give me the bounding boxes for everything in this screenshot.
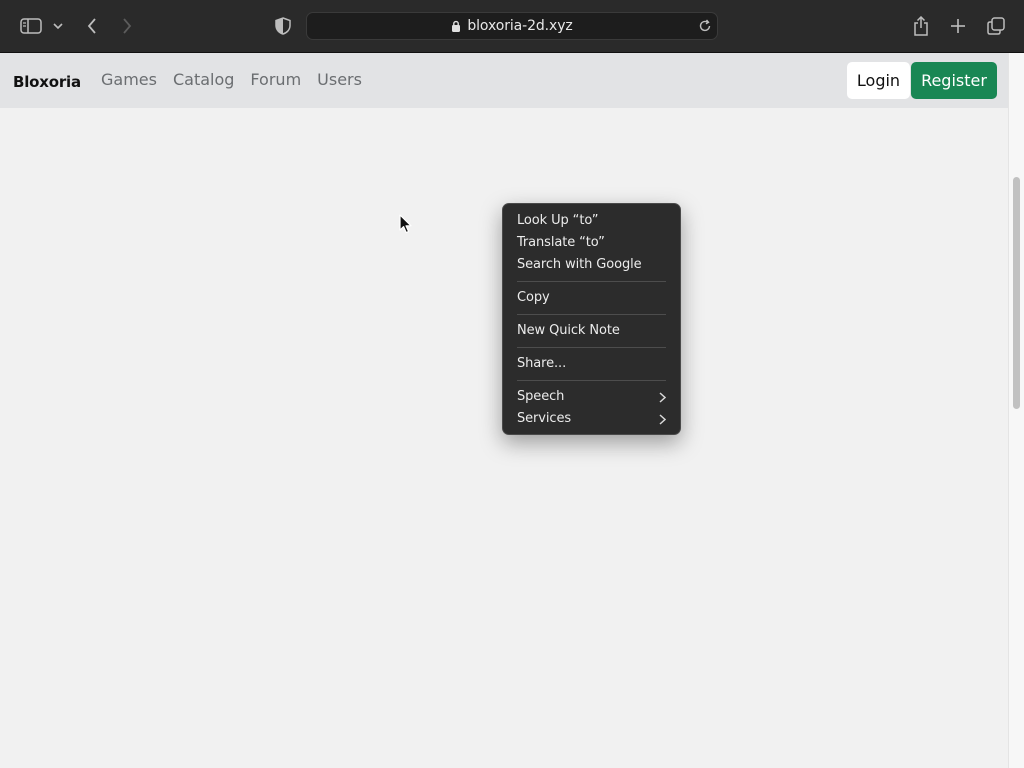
sidebar-toggle-button[interactable] <box>19 14 43 38</box>
address-bar[interactable]: bloxoria-2d.xyz <box>306 12 718 40</box>
menu-item-copy[interactable]: Copy <box>503 287 680 309</box>
share-button[interactable] <box>909 14 933 38</box>
cursor-icon <box>399 214 412 239</box>
chevron-right-icon <box>659 414 666 425</box>
login-button[interactable]: Login <box>847 62 910 99</box>
menu-item-search-google[interactable]: Search with Google <box>503 254 680 276</box>
new-tab-button[interactable] <box>946 14 970 38</box>
nav-link-forum[interactable]: Forum <box>250 70 301 89</box>
new-tab-icon <box>951 19 965 33</box>
back-button[interactable] <box>80 14 104 38</box>
menu-item-services[interactable]: Services <box>503 408 680 430</box>
menu-separator <box>517 380 666 381</box>
forward-icon <box>123 18 132 34</box>
context-menu: Look Up “to” Translate “to” Search with … <box>502 203 681 435</box>
forward-button[interactable] <box>115 14 139 38</box>
lock-icon <box>451 20 461 32</box>
scrollbar-thumb[interactable] <box>1013 177 1020 409</box>
register-button[interactable]: Register <box>911 62 997 99</box>
tab-overview-icon <box>987 17 1005 35</box>
back-icon <box>87 18 96 34</box>
menu-item-look-up[interactable]: Look Up “to” <box>503 210 680 232</box>
nav-link-users[interactable]: Users <box>317 70 362 89</box>
menu-item-speech-label: Speech <box>517 389 565 404</box>
share-icon <box>914 16 928 36</box>
menu-item-translate[interactable]: Translate “to” <box>503 232 680 254</box>
menu-item-services-label: Services <box>517 411 572 426</box>
menu-separator <box>517 314 666 315</box>
brand-logo[interactable]: Bloxoria <box>13 73 81 91</box>
tab-overview-button[interactable] <box>984 14 1008 38</box>
menu-item-speech[interactable]: Speech <box>503 386 680 408</box>
menu-item-new-quick-note[interactable]: New Quick Note <box>503 320 680 342</box>
nav-link-games[interactable]: Games <box>101 70 157 89</box>
nav-link-catalog[interactable]: Catalog <box>173 70 234 89</box>
menu-separator <box>517 347 666 348</box>
url-text: bloxoria-2d.xyz <box>467 18 573 34</box>
sidebar-icon <box>20 18 42 34</box>
menu-item-share[interactable]: Share... <box>503 353 680 375</box>
reload-button[interactable] <box>698 19 712 33</box>
browser-toolbar: bloxoria-2d.xyz <box>0 0 1024 53</box>
shield-icon <box>275 17 291 35</box>
menu-separator <box>517 281 666 282</box>
privacy-report-button[interactable] <box>271 14 295 38</box>
chevron-down-icon <box>53 22 63 29</box>
nav-links: Games Catalog Forum Users <box>101 70 362 89</box>
reload-icon <box>699 19 711 32</box>
scrollbar-track[interactable] <box>1008 53 1024 768</box>
site-navbar: Bloxoria Games Catalog Forum Users Login… <box>0 53 1008 108</box>
tab-groups-dropdown[interactable] <box>48 14 68 38</box>
chevron-right-icon <box>659 392 666 403</box>
